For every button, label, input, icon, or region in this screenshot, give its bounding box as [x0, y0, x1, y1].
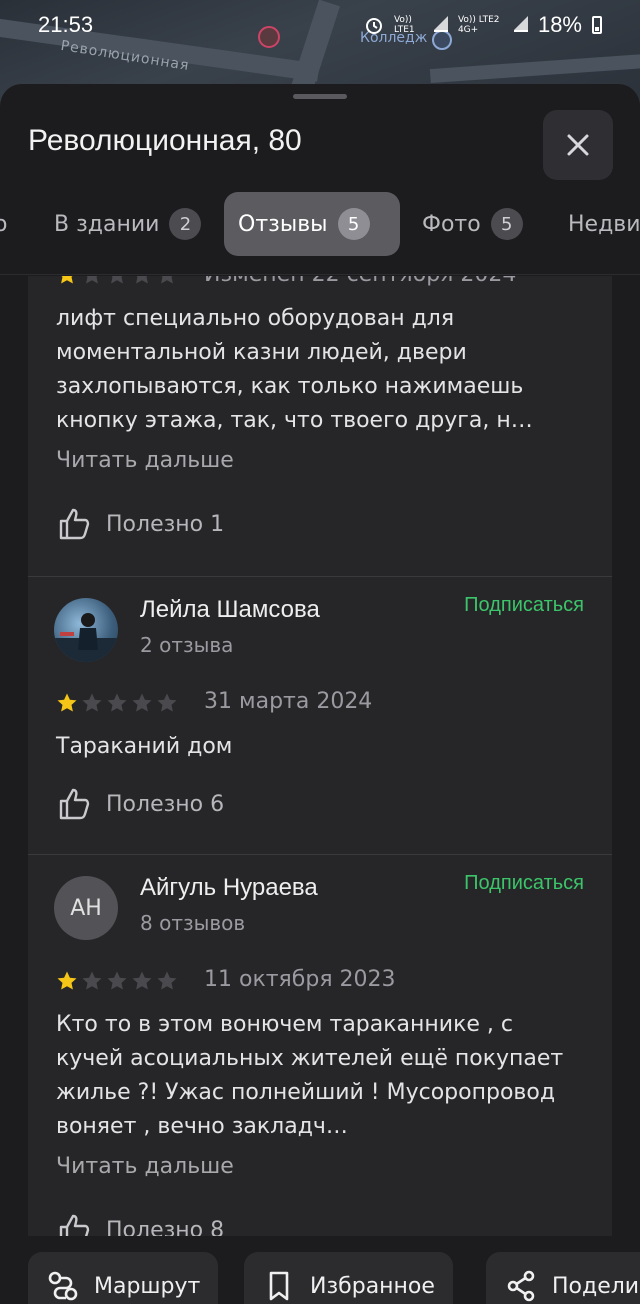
- tab-label: В здании: [54, 211, 160, 237]
- star-empty-icon: [161, 276, 173, 284]
- subscribe-button[interactable]: Подписаться: [464, 594, 584, 617]
- user-photo: [54, 613, 118, 662]
- star-filled-icon: [57, 971, 77, 990]
- tab-partial[interactable]: о: [0, 192, 7, 256]
- tab-label: Недви: [568, 211, 640, 237]
- review-text: Тараканий дом: [56, 734, 233, 759]
- rating-stars: [56, 276, 178, 286]
- share-button[interactable]: Подели: [486, 1252, 640, 1304]
- useful-label: Полезно 6: [106, 791, 225, 817]
- tab-count-badge: 2: [169, 208, 202, 240]
- star-empty-icon: [86, 276, 98, 284]
- alarm-icon: [365, 18, 382, 34]
- tab-photos[interactable]: Фото 5: [408, 192, 537, 256]
- read-more-link[interactable]: Читать дальше: [56, 448, 234, 473]
- subscribe-button[interactable]: Подписаться: [464, 872, 584, 895]
- bookmark-icon: [269, 1271, 289, 1301]
- review-text: лифт специально оборудован для моменталь…: [56, 306, 533, 433]
- tab-count-badge: 5: [337, 208, 370, 240]
- close-button[interactable]: [543, 110, 613, 180]
- avatar[interactable]: [54, 598, 118, 662]
- review-card: Лейла Шамсова 2 отзыва Подписаться 31 ма…: [28, 576, 612, 854]
- star-filled-icon: [57, 693, 77, 712]
- divider: [0, 274, 640, 275]
- review-card: Изменён 22 сентября 2024 лифт специально…: [28, 276, 612, 576]
- review-date: 31 марта 2024: [204, 689, 373, 714]
- route-icon: [48, 1271, 78, 1301]
- review-author[interactable]: Айгуль Нураева: [140, 874, 318, 902]
- avatar[interactable]: АН: [54, 876, 118, 940]
- useful-label: Полезно 1: [106, 511, 225, 537]
- status-time: 21:53: [38, 12, 94, 37]
- useful-button[interactable]: Полезно 1: [56, 506, 224, 542]
- signal-icon: [433, 16, 448, 32]
- route-button[interactable]: Маршрут: [28, 1252, 219, 1304]
- thumbs-up-icon: [59, 508, 90, 540]
- star-empty-icon: [136, 276, 148, 284]
- review-text: Кто то в этом вонючем тараканнике , с ку…: [56, 1012, 564, 1139]
- reviews-list[interactable]: Изменён 22 сентября 2024 лифт специально…: [28, 276, 612, 1276]
- read-more-link[interactable]: Читать дальше: [56, 1154, 234, 1179]
- sheet-drag-handle[interactable]: [293, 94, 347, 99]
- star-empty-icon: [132, 971, 152, 990]
- close-icon: [567, 134, 589, 156]
- place-sheet: Революционная, 80 о В здании 2 Отзывы 5 …: [0, 84, 640, 1304]
- tab-real-estate[interactable]: Недви: [554, 192, 640, 256]
- place-title: Революционная, 80: [28, 124, 302, 157]
- star-empty-icon: [107, 693, 127, 712]
- map-road: [429, 50, 640, 84]
- status-icons: Vo)) LTE1 Vo)) LTE2 4G+ 18%: [364, 12, 602, 38]
- divider: [28, 576, 612, 577]
- review-date: 11 октября 2023: [204, 967, 396, 992]
- star-empty-icon: [107, 971, 127, 990]
- star-empty-icon: [132, 693, 152, 712]
- battery-percent: 18%: [537, 12, 582, 37]
- favorite-button[interactable]: Избранное: [244, 1252, 453, 1304]
- star-empty-icon: [82, 693, 102, 712]
- tab-count-badge: 5: [490, 208, 523, 240]
- author-reviews-count: 2 отзыва: [140, 633, 234, 657]
- network2-label: Vo)) LTE2 4G+: [457, 15, 500, 35]
- share-label: Подели: [552, 1273, 640, 1299]
- star-empty-icon: [157, 971, 177, 990]
- star-empty-icon: [82, 971, 102, 990]
- favorite-label: Избранное: [310, 1273, 435, 1299]
- review-author[interactable]: Лейла Шамсова: [140, 596, 320, 624]
- review-card: АН Айгуль Нураева 8 отзывов Подписаться …: [28, 854, 612, 1276]
- bottom-actions: Маршрут Избранное Подели: [0, 1236, 640, 1304]
- tab-in-building[interactable]: В здании 2: [40, 192, 215, 256]
- tabs-bar: о В здании 2 Отзывы 5 Фото 5 Недви: [0, 192, 640, 256]
- rating-stars: [56, 692, 178, 714]
- star-empty-icon: [111, 276, 123, 284]
- share-icon: [507, 1270, 535, 1302]
- signal-icon: [513, 16, 528, 32]
- star-filled-icon: [61, 276, 73, 284]
- divider: [28, 854, 612, 855]
- route-label: Маршрут: [94, 1273, 201, 1299]
- network1-label: Vo)) LTE1: [393, 15, 415, 35]
- status-bar: 21:53 Vo)) LTE1 Vo)) LTE2 4G+ 18%: [0, 0, 640, 50]
- thumbs-up-icon: [59, 788, 90, 820]
- author-reviews-count: 8 отзывов: [140, 911, 246, 935]
- tab-label: Фото: [422, 211, 481, 237]
- review-date: Изменён 22 сентября 2024: [204, 276, 516, 287]
- useful-button[interactable]: Полезно 6: [56, 786, 224, 822]
- tab-label: Отзывы: [238, 211, 328, 237]
- rating-stars: [56, 970, 178, 992]
- battery-icon: [592, 16, 602, 34]
- star-empty-icon: [157, 693, 177, 712]
- tab-reviews[interactable]: Отзывы 5: [224, 192, 400, 256]
